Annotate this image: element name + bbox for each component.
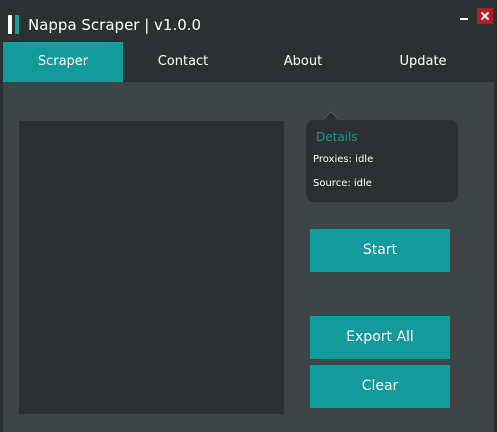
- app-logo-icon: [8, 15, 20, 34]
- close-icon[interactable]: [477, 8, 493, 24]
- output-list[interactable]: [19, 121, 284, 414]
- tab-scraper[interactable]: Scraper: [3, 42, 123, 82]
- scraper-panel: Details Proxies: idle Source: idle Start…: [3, 82, 494, 432]
- details-card: Details Proxies: idle Source: idle: [306, 120, 458, 202]
- tab-about[interactable]: About: [243, 42, 363, 82]
- details-title: Details: [316, 130, 358, 144]
- tab-bar: Scraper Contact About Update: [3, 42, 484, 82]
- window-title: Nappa Scraper | v1.0.0: [28, 16, 202, 34]
- logo-bar-teal: [15, 15, 19, 34]
- tab-contact[interactable]: Contact: [123, 42, 243, 82]
- start-button[interactable]: Start: [310, 229, 450, 272]
- minimize-icon[interactable]: [458, 10, 470, 22]
- source-status: Source: idle: [313, 178, 372, 189]
- tab-update[interactable]: Update: [363, 42, 483, 82]
- title-bar[interactable]: Nappa Scraper | v1.0.0: [0, 0, 497, 42]
- export-all-button[interactable]: Export All: [310, 316, 450, 359]
- app-window: Nappa Scraper | v1.0.0 Scraper Contact A…: [0, 0, 497, 432]
- logo-bar-white: [8, 15, 12, 34]
- clear-button[interactable]: Clear: [310, 365, 450, 408]
- proxies-status: Proxies: idle: [313, 154, 374, 165]
